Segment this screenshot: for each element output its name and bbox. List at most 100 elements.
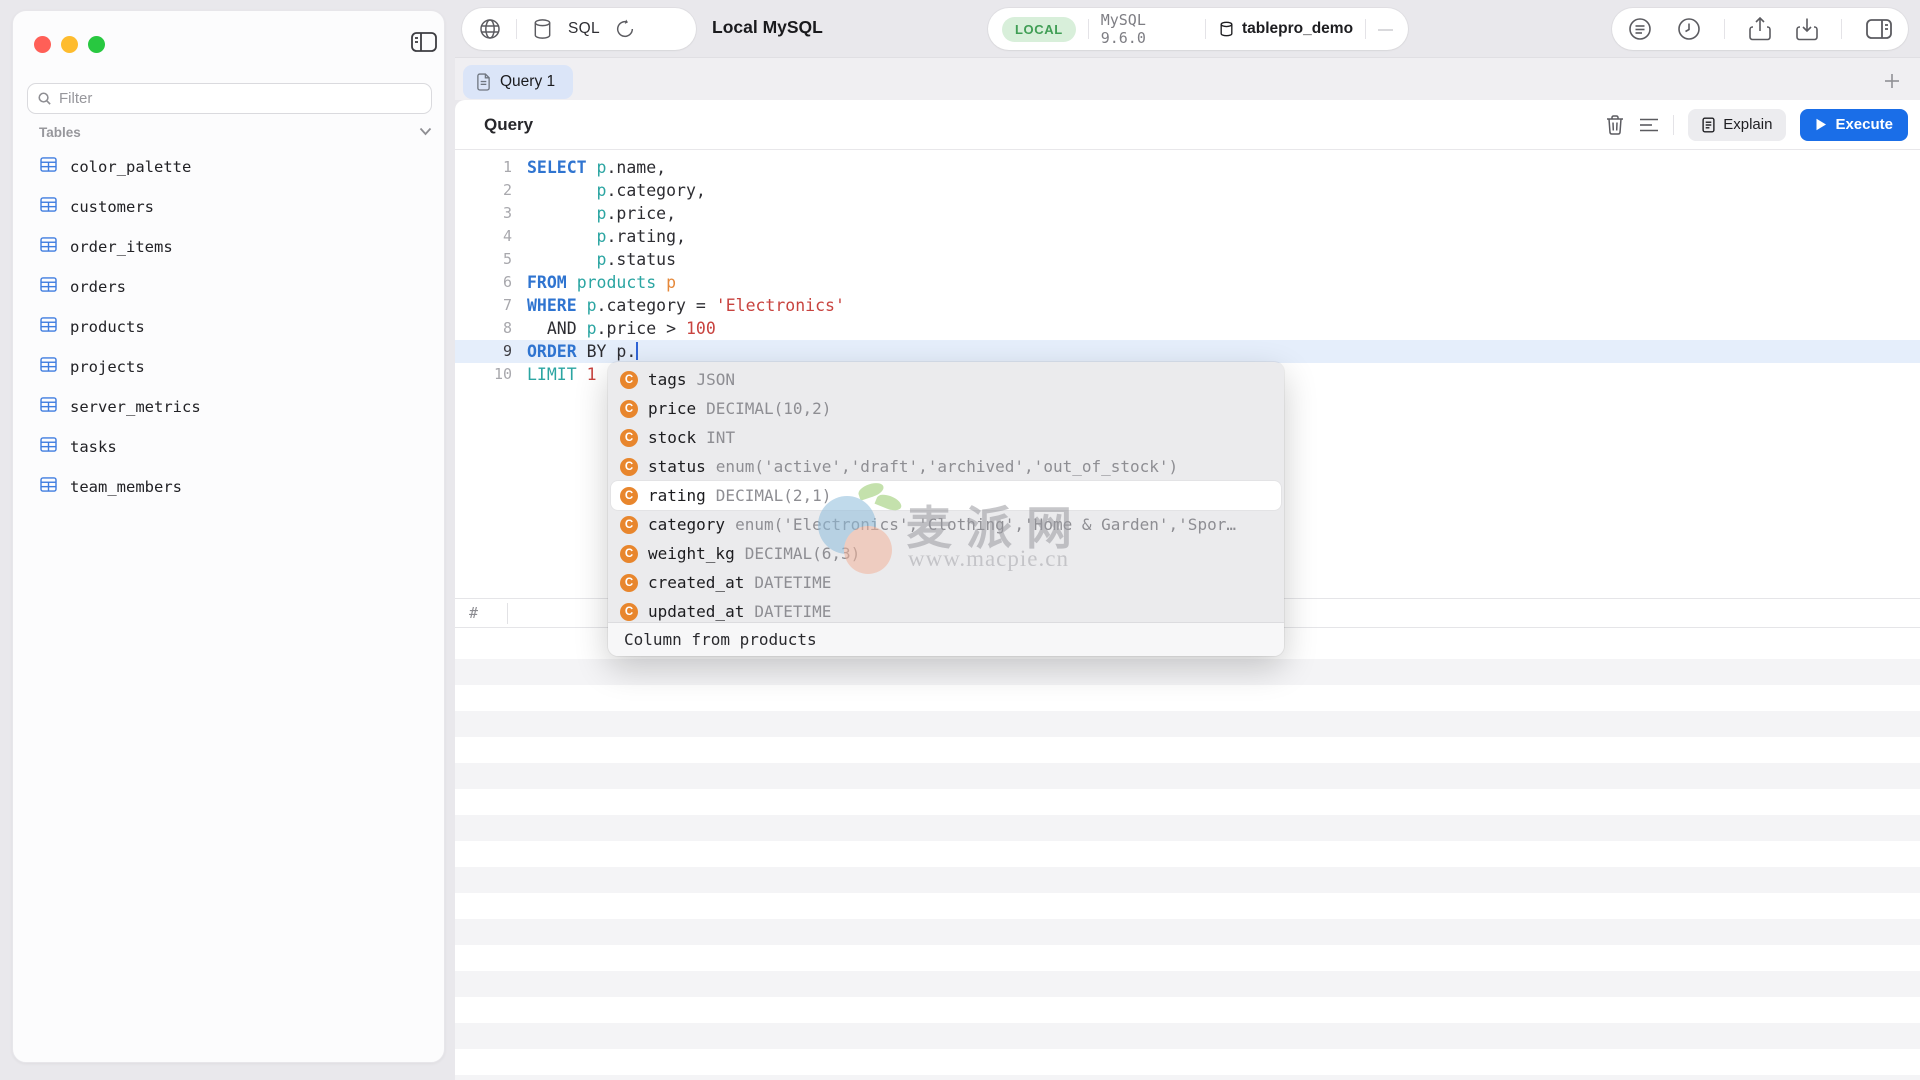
row-number-column-header: # (469, 604, 478, 622)
tab-query-1[interactable]: Query 1 (463, 65, 573, 99)
column-name: rating (648, 486, 706, 505)
column-badge-icon: C (620, 603, 638, 621)
editor-line-1[interactable]: 1SELECT p.name, (455, 156, 1920, 179)
line-code: p.category, (527, 179, 706, 202)
line-code: p.status (527, 248, 676, 271)
table-icon (40, 197, 57, 217)
sidebar-item-server_metrics[interactable]: server_metrics (27, 387, 432, 427)
editor-line-9[interactable]: 9ORDER BY p. (455, 340, 1920, 363)
table-name: server_metrics (70, 398, 201, 416)
app-window: Tables color_palette customersorder_items… (0, 0, 1920, 1080)
column-type: DECIMAL(10,2) (706, 399, 1272, 418)
line-number: 10 (455, 363, 512, 386)
line-number: 2 (455, 179, 512, 202)
line-code: WHERE p.category = 'Electronics' (527, 294, 845, 317)
export-share-icon[interactable] (1748, 16, 1772, 42)
column-name: price (648, 399, 696, 418)
line-number: 3 (455, 202, 512, 225)
column-name: weight_kg (648, 544, 735, 563)
tables-section-label: Tables (39, 125, 81, 140)
line-number: 5 (455, 248, 512, 271)
column-name: stock (648, 428, 696, 447)
column-badge-icon: C (620, 400, 638, 418)
sidebar-item-order_items[interactable]: order_items (27, 227, 432, 267)
autocomplete-item-status[interactable]: Cstatusenum('active','draft','archived',… (611, 452, 1281, 481)
autocomplete-item-created_at[interactable]: Ccreated_atDATETIME (611, 568, 1281, 597)
sidebar-item-color_palette[interactable]: color_palette (27, 147, 432, 187)
column-badge-icon: C (620, 429, 638, 447)
editor-line-4[interactable]: 4 p.rating, (455, 225, 1920, 248)
explain-button[interactable]: Explain (1688, 109, 1786, 141)
column-divider[interactable] (507, 603, 508, 624)
editor-line-3[interactable]: 3 p.price, (455, 202, 1920, 225)
column-type: DECIMAL(6,3) (745, 544, 1272, 563)
column-badge-icon: C (620, 487, 638, 505)
filter-input[interactable] (59, 90, 422, 107)
table-name: orders (70, 278, 126, 296)
line-number: 7 (455, 294, 512, 317)
editor-line-2[interactable]: 2 p.category, (455, 179, 1920, 202)
sidebar-item-projects[interactable]: projects (27, 347, 432, 387)
add-tab-button[interactable] (1878, 67, 1906, 95)
autocomplete-item-category[interactable]: Ccategoryenum('Electronics','Clothing','… (611, 510, 1281, 539)
autocomplete-list: CtagsJSONCpriceDECIMAL(10,2)CstockINTCst… (608, 362, 1284, 622)
close-window-button[interactable] (34, 36, 51, 53)
autocomplete-item-tags[interactable]: CtagsJSON (611, 365, 1281, 394)
column-type: enum('active','draft','archived','out_of… (716, 457, 1272, 476)
editor-line-6[interactable]: 6FROM products p (455, 271, 1920, 294)
limit-filter-icon[interactable] (1627, 16, 1653, 42)
table-icon (40, 317, 57, 337)
line-code: p.price, (527, 202, 676, 225)
history-clock-icon[interactable] (1676, 16, 1702, 42)
line-code: AND p.price > 100 (527, 317, 716, 340)
database-selector[interactable]: tablepro_demo (1218, 20, 1353, 38)
database-small-icon (1218, 20, 1235, 38)
toolbar-divider (1205, 19, 1206, 39)
import-download-icon[interactable] (1795, 16, 1819, 42)
chevron-down-icon[interactable] (419, 123, 432, 141)
table-icon (40, 277, 57, 297)
column-badge-icon: C (620, 545, 638, 563)
network-globe-icon[interactable] (478, 17, 502, 41)
explain-doc-icon (1702, 117, 1715, 133)
column-name: category (648, 515, 725, 534)
filter-search-box[interactable] (27, 83, 432, 114)
sidebar-item-tasks[interactable]: tasks (27, 427, 432, 467)
sidebar: Tables color_palette customersorder_items… (12, 10, 445, 1063)
execute-button[interactable]: Execute (1800, 109, 1908, 141)
query-panel-header: Query (455, 100, 1920, 150)
tab-bar: Query 1 (455, 58, 1920, 100)
editor-line-5[interactable]: 5 p.status (455, 248, 1920, 271)
refresh-icon[interactable] (614, 18, 636, 40)
sidebar-toggle-icon[interactable] (407, 28, 441, 56)
autocomplete-item-updated_at[interactable]: Cupdated_atDATETIME (611, 597, 1281, 622)
sql-mode-label[interactable]: SQL (568, 20, 600, 38)
line-code: p.rating, (527, 225, 686, 248)
column-name: updated_at (648, 602, 744, 621)
database-icon[interactable] (531, 17, 554, 41)
autocomplete-item-price[interactable]: Cprice DECIMAL(10,2) (611, 394, 1281, 423)
sidebar-item-products[interactable]: products (27, 307, 432, 347)
more-options[interactable]: — (1378, 21, 1394, 38)
line-code: LIMIT 1 (527, 363, 597, 386)
autocomplete-item-rating[interactable]: CratingDECIMAL(2,1) (611, 481, 1281, 510)
tab-label: Query 1 (500, 73, 555, 91)
table-name: color_palette (70, 158, 191, 176)
clear-query-trash-icon[interactable] (1605, 114, 1625, 136)
autocomplete-item-stock[interactable]: CstockINT (611, 423, 1281, 452)
tables-section-header[interactable]: Tables (39, 123, 432, 141)
sidebar-item-customers[interactable]: customers (27, 187, 432, 227)
sidebar-item-orders[interactable]: orders (27, 267, 432, 307)
autocomplete-dropdown: CtagsJSONCpriceDECIMAL(10,2)CstockINTCst… (608, 362, 1284, 656)
sidebar-item-team_members[interactable]: team_members (27, 467, 432, 507)
editor-line-8[interactable]: 8 AND p.price > 100 (455, 317, 1920, 340)
column-badge-icon: C (620, 458, 638, 476)
line-code: FROM products p (527, 271, 676, 294)
zoom-window-button[interactable] (88, 36, 105, 53)
autocomplete-item-weight_kg[interactable]: Cweight_kg DECIMAL(6,3) (611, 539, 1281, 568)
editor-line-7[interactable]: 7 WHERE p.category = 'Electronics' (455, 294, 1920, 317)
minimize-window-button[interactable] (61, 36, 78, 53)
right-panel-toggle-icon[interactable] (1865, 17, 1893, 41)
column-type: DATETIME (754, 573, 1272, 592)
format-query-icon[interactable] (1639, 117, 1659, 133)
